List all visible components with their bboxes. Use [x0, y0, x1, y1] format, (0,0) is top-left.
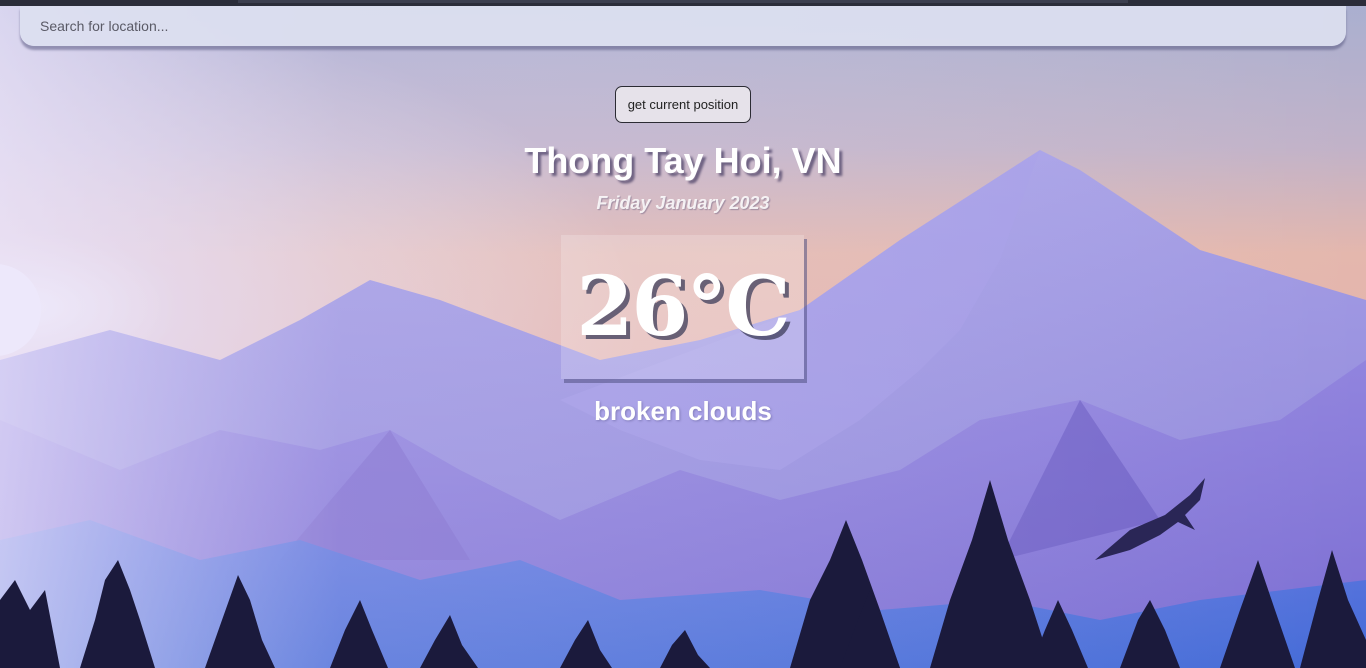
temperature-value: 26°C	[576, 259, 790, 355]
weather-description: broken clouds	[594, 396, 772, 426]
date-label: Friday January 2023	[596, 193, 770, 213]
search-bar	[20, 6, 1346, 46]
temperature-card: 26°C	[561, 235, 804, 379]
search-input[interactable]	[20, 6, 1346, 46]
location-title: Thong Tay Hoi, VN	[524, 140, 842, 181]
get-current-position-button[interactable]: get current position	[615, 86, 751, 123]
top-bar-strip	[238, 0, 1128, 3]
